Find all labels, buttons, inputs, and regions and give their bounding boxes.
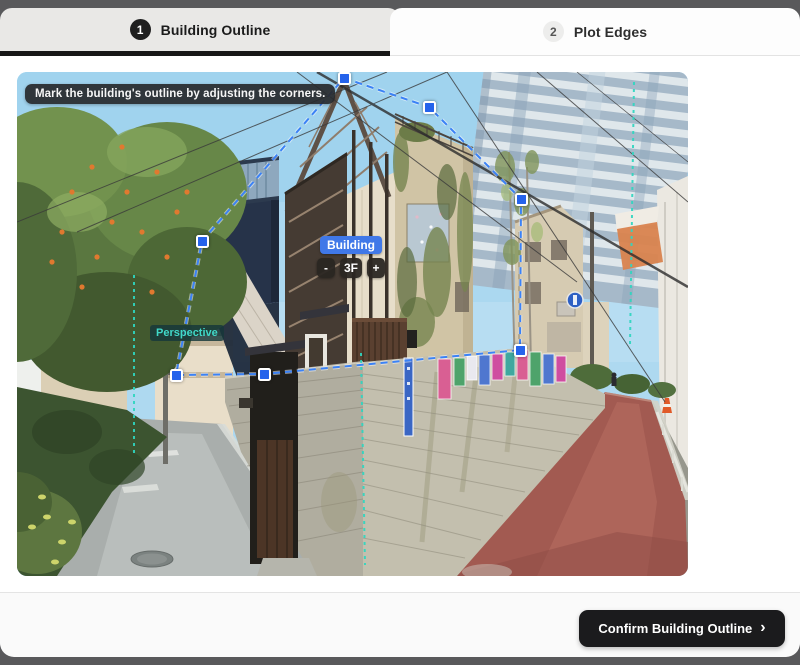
outline-corner-handle[interactable]: [514, 344, 527, 357]
outline-corner-handle[interactable]: [515, 193, 528, 206]
step-1-badge: 1: [130, 19, 151, 40]
outline-corner-handle[interactable]: [170, 369, 183, 382]
main-content: Mark the building's outline by adjusting…: [0, 56, 800, 656]
floor-value: 3F: [340, 258, 362, 278]
chevron-right-icon: ›: [760, 620, 765, 636]
instruction-tooltip: Mark the building's outline by adjusting…: [25, 84, 335, 104]
annotation-canvas[interactable]: Mark the building's outline by adjusting…: [17, 72, 688, 576]
floor-increase-button[interactable]: +: [367, 258, 385, 278]
outline-corner-handle[interactable]: [196, 235, 209, 248]
outline-corner-handle[interactable]: [258, 368, 271, 381]
tab-building-outline[interactable]: 1 Building Outline: [0, 8, 400, 56]
outline-corner-handle[interactable]: [423, 101, 436, 114]
tab-plot-edges[interactable]: 2 Plot Edges: [390, 8, 800, 56]
building-tag: Building: [320, 236, 382, 254]
outline-corner-handle[interactable]: [338, 72, 351, 85]
app-window: 1 Building Outline 2 Plot Edges: [0, 8, 800, 656]
tab-building-outline-label: Building Outline: [161, 22, 271, 38]
street-photo: [17, 72, 688, 576]
tab-plot-edges-label: Plot Edges: [574, 24, 647, 40]
perspective-tag: Perspective: [150, 325, 224, 341]
step-tabbar: 1 Building Outline 2 Plot Edges: [0, 8, 800, 56]
confirm-building-outline-button[interactable]: Confirm Building Outline ›: [579, 610, 785, 647]
footer-bar: Confirm Building Outline ›: [0, 592, 800, 657]
step-2-badge: 2: [543, 21, 564, 42]
floor-controls: - 3F +: [317, 258, 385, 278]
floor-decrease-button[interactable]: -: [317, 258, 335, 278]
confirm-button-label: Confirm Building Outline: [598, 621, 752, 636]
